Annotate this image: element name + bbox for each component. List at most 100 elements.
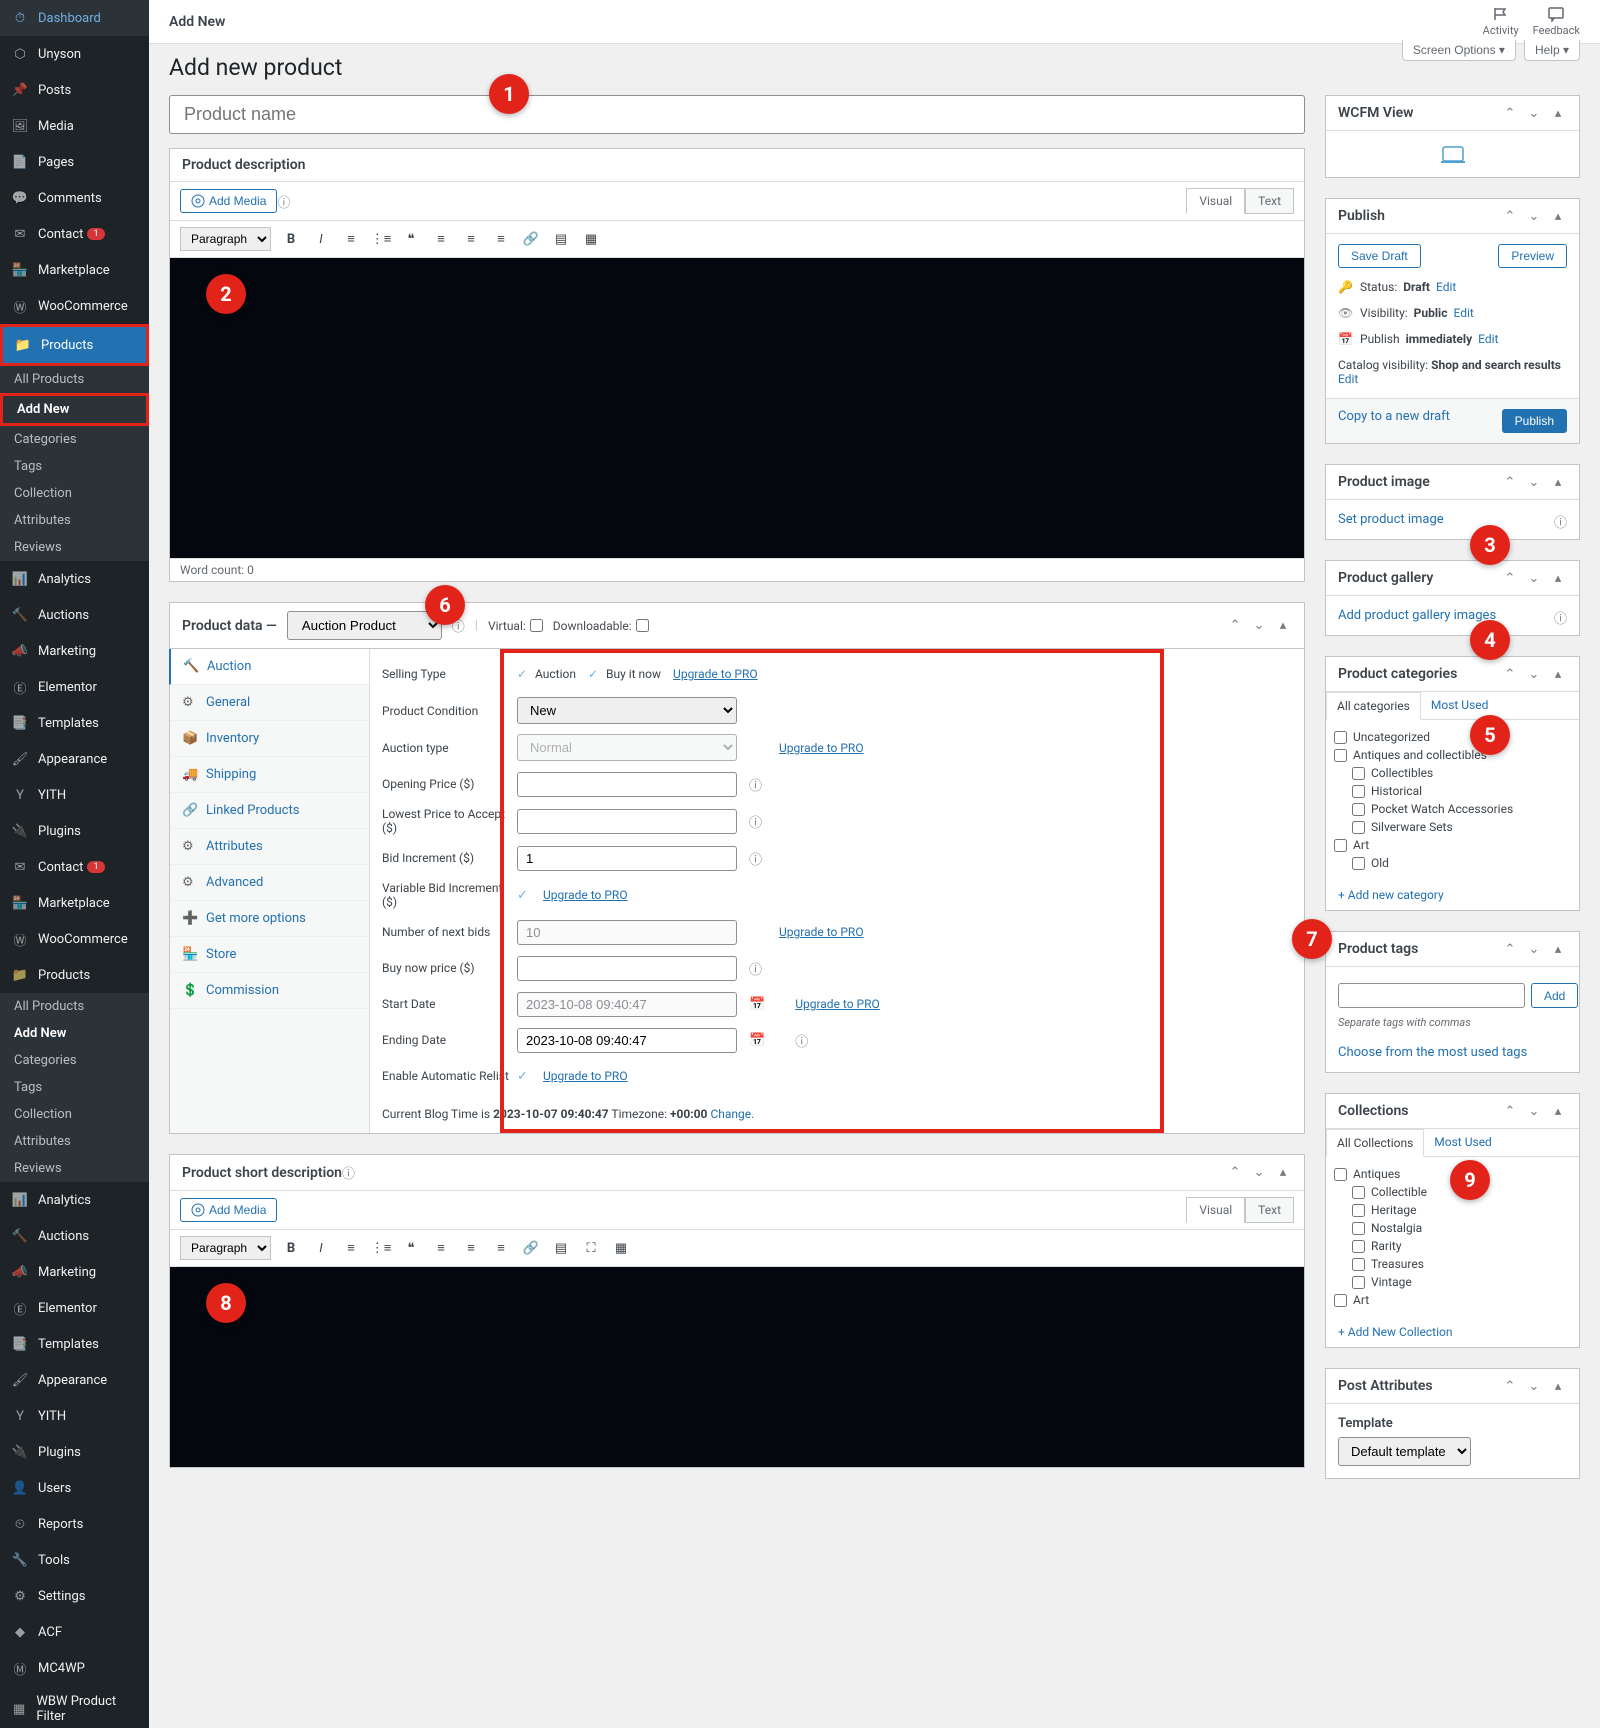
sidebar-subitem-collection[interactable]: Collection [0,480,149,507]
sidebar-item-pages[interactable]: 📄Pages [0,144,149,180]
buy-now-input[interactable] [517,956,737,981]
sidebar-item-reports[interactable]: ⏲Reports [0,1506,149,1542]
sidebar-item-mc4wp[interactable]: ⓂMC4WP [0,1650,149,1686]
sidebar-item-analytics[interactable]: 📊Analytics [0,561,149,597]
align-right-button[interactable]: ≡ [487,1234,515,1262]
all-categories-tab[interactable]: All categories [1326,692,1421,720]
upgrade-link[interactable]: Upgrade to PRO [673,667,758,681]
link-button[interactable]: 🔗 [517,1234,545,1262]
pd-tab-auction[interactable]: 🔨Auction [169,649,369,685]
expand-up-icon[interactable]: ⌃ [1226,1164,1244,1182]
text-tab[interactable]: Text [1245,188,1294,214]
sidebar-item-wbw-product-filter[interactable]: ▦WBW Product Filter [0,1686,149,1728]
help-icon[interactable]: ⓘ [749,812,762,831]
visual-tab[interactable]: Visual [1186,188,1245,214]
toolbar-toggle-button[interactable]: ▦ [577,225,605,253]
set-product-image-link[interactable]: Set product image [1338,512,1444,527]
sidebar-item-unyson[interactable]: ⬡Unyson [0,36,149,72]
sidebar-item-media[interactable]: 🖼Media [0,108,149,144]
upgrade-link[interactable]: Upgrade to PRO [779,741,864,755]
category-item[interactable]: Art [1334,1291,1571,1309]
sidebar-subitem-all-products[interactable]: All Products [0,993,149,1020]
sidebar-subitem-tags[interactable]: Tags [0,453,149,480]
edit-visibility-link[interactable]: Edit [1453,306,1473,320]
bold-button[interactable]: B [277,1234,305,1262]
copy-draft-link[interactable]: Copy to a new draft [1338,409,1450,433]
bullet-list-button[interactable]: ≡ [337,1234,365,1262]
product-type-select[interactable]: Auction Product [287,611,442,640]
category-item[interactable]: Old [1334,854,1571,872]
sidebar-item-templates[interactable]: 📑Templates [0,1326,149,1362]
sidebar-item-products[interactable]: 📁Products [0,324,149,366]
category-item[interactable]: Vintage [1334,1273,1571,1291]
sidebar-subitem-attributes[interactable]: Attributes [0,1128,149,1155]
sidebar-item-auctions[interactable]: 🔨Auctions [0,1218,149,1254]
upgrade-link[interactable]: Upgrade to PRO [795,997,880,1011]
help-button[interactable]: Help ▾ [1524,40,1580,61]
feedback-button[interactable]: Feedback [1533,6,1580,37]
toolbar-toggle-button[interactable]: ▦ [607,1234,635,1262]
format-select[interactable]: Paragraph [180,227,271,251]
most-used-collections-tab[interactable]: Most Used [1424,1129,1502,1156]
visual-tab[interactable]: Visual [1186,1197,1245,1223]
sidebar-subitem-tags[interactable]: Tags [0,1074,149,1101]
align-center-button[interactable]: ≡ [457,1234,485,1262]
editor-content[interactable]: 2 [170,258,1304,558]
sidebar-item-tools[interactable]: 🔧Tools [0,1542,149,1578]
number-list-button[interactable]: ⋮≡ [367,225,395,253]
align-left-button[interactable]: ≡ [427,1234,455,1262]
edit-catalog-link[interactable]: Edit [1338,372,1358,386]
bullet-list-button[interactable]: ≡ [337,225,365,253]
add-tag-button[interactable]: Add [1531,983,1578,1008]
help-icon[interactable]: ⓘ [277,192,290,211]
italic-button[interactable]: I [307,1234,335,1262]
tag-input[interactable] [1338,983,1525,1008]
sidebar-item-appearance[interactable]: 🖌Appearance [0,1362,149,1398]
category-item[interactable]: Uncategorized [1334,728,1571,746]
category-item[interactable]: Heritage [1334,1201,1571,1219]
quote-button[interactable]: ❝ [397,225,425,253]
sidebar-item-analytics[interactable]: 📊Analytics [0,1182,149,1218]
upgrade-link[interactable]: Upgrade to PRO [779,925,864,939]
pd-tab-get-more-options[interactable]: ➕Get more options [170,901,369,937]
category-item[interactable]: Collectibles [1334,764,1571,782]
sidebar-item-comments[interactable]: 💬Comments [0,180,149,216]
buyitnow-check[interactable]: ✓Buy it now [588,667,661,681]
number-list-button[interactable]: ⋮≡ [367,1234,395,1262]
downloadable-checkbox[interactable]: Downloadable: [553,619,649,633]
more-button[interactable]: ▤ [547,225,575,253]
add-category-link[interactable]: + Add new category [1326,880,1579,910]
collapse-icon[interactable]: ▴ [1274,1164,1292,1182]
pd-tab-commission[interactable]: 💲Commission [170,973,369,1009]
quote-button[interactable]: ❝ [397,1234,425,1262]
calendar-icon[interactable]: 📅 [749,997,765,1012]
category-item[interactable]: Treasures [1334,1255,1571,1273]
sidebar-subitem-all-products[interactable]: All Products [0,366,149,393]
sidebar-item-contact[interactable]: ✉Contact1 [0,216,149,252]
calendar-icon[interactable]: 📅 [749,1033,765,1048]
align-right-button[interactable]: ≡ [487,225,515,253]
sidebar-item-appearance[interactable]: 🖌Appearance [0,741,149,777]
format-select[interactable]: Paragraph [180,1236,271,1260]
pd-tab-linked-products[interactable]: 🔗Linked Products [170,793,369,829]
bold-button[interactable]: B [277,225,305,253]
help-icon[interactable]: ⓘ [749,849,762,868]
sidebar-item-yith[interactable]: YYITH [0,1398,149,1434]
sidebar-item-elementor[interactable]: ⒺElementor [0,669,149,705]
end-date-input[interactable] [517,1028,737,1053]
sidebar-item-posts[interactable]: 📌Posts [0,72,149,108]
activity-button[interactable]: Activity [1483,6,1519,37]
expand-down-icon[interactable]: ⌄ [1250,1164,1268,1182]
auction-check[interactable]: ✓Auction [517,667,576,681]
screen-options-button[interactable]: Screen Options ▾ [1402,40,1516,61]
sidebar-item-acf[interactable]: ◆ACF [0,1614,149,1650]
add-collection-link[interactable]: + Add New Collection [1326,1317,1579,1347]
add-media-button[interactable]: Add Media [180,1198,277,1222]
pd-tab-shipping[interactable]: 🚚Shipping [170,757,369,793]
fullscreen-button[interactable]: ⛶ [577,1234,605,1262]
category-item[interactable]: Nostalgia [1334,1219,1571,1237]
preview-button[interactable]: Preview [1498,244,1567,268]
upgrade-link[interactable]: Upgrade to PRO [543,888,628,902]
expand-up-icon[interactable]: ⌃ [1226,617,1244,635]
sidebar-item-elementor[interactable]: ⒺElementor [0,1290,149,1326]
